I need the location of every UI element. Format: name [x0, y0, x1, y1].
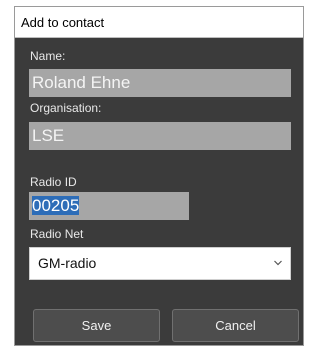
radio-net-label: Radio Net: [30, 227, 84, 241]
cancel-button[interactable]: Cancel: [172, 309, 299, 342]
add-to-contact-dialog: Add to contact Name: Roland Ehne Organis…: [14, 6, 304, 346]
name-label: Name:: [30, 49, 66, 63]
dialog-title: Add to contact: [15, 7, 303, 38]
organisation-label: Organisation:: [30, 101, 102, 115]
chevron-down-icon: [274, 260, 282, 266]
radio-id-value: 00205: [32, 196, 80, 215]
radio-net-select[interactable]: GM-radio: [29, 247, 291, 280]
name-field[interactable]: Roland Ehne: [29, 69, 291, 97]
radio-net-selected-value: GM-radio: [38, 255, 97, 271]
organisation-field[interactable]: LSE: [29, 122, 291, 150]
radio-id-field[interactable]: 00205: [29, 192, 189, 220]
save-button[interactable]: Save: [33, 309, 160, 342]
radio-id-label: Radio ID: [30, 175, 77, 189]
